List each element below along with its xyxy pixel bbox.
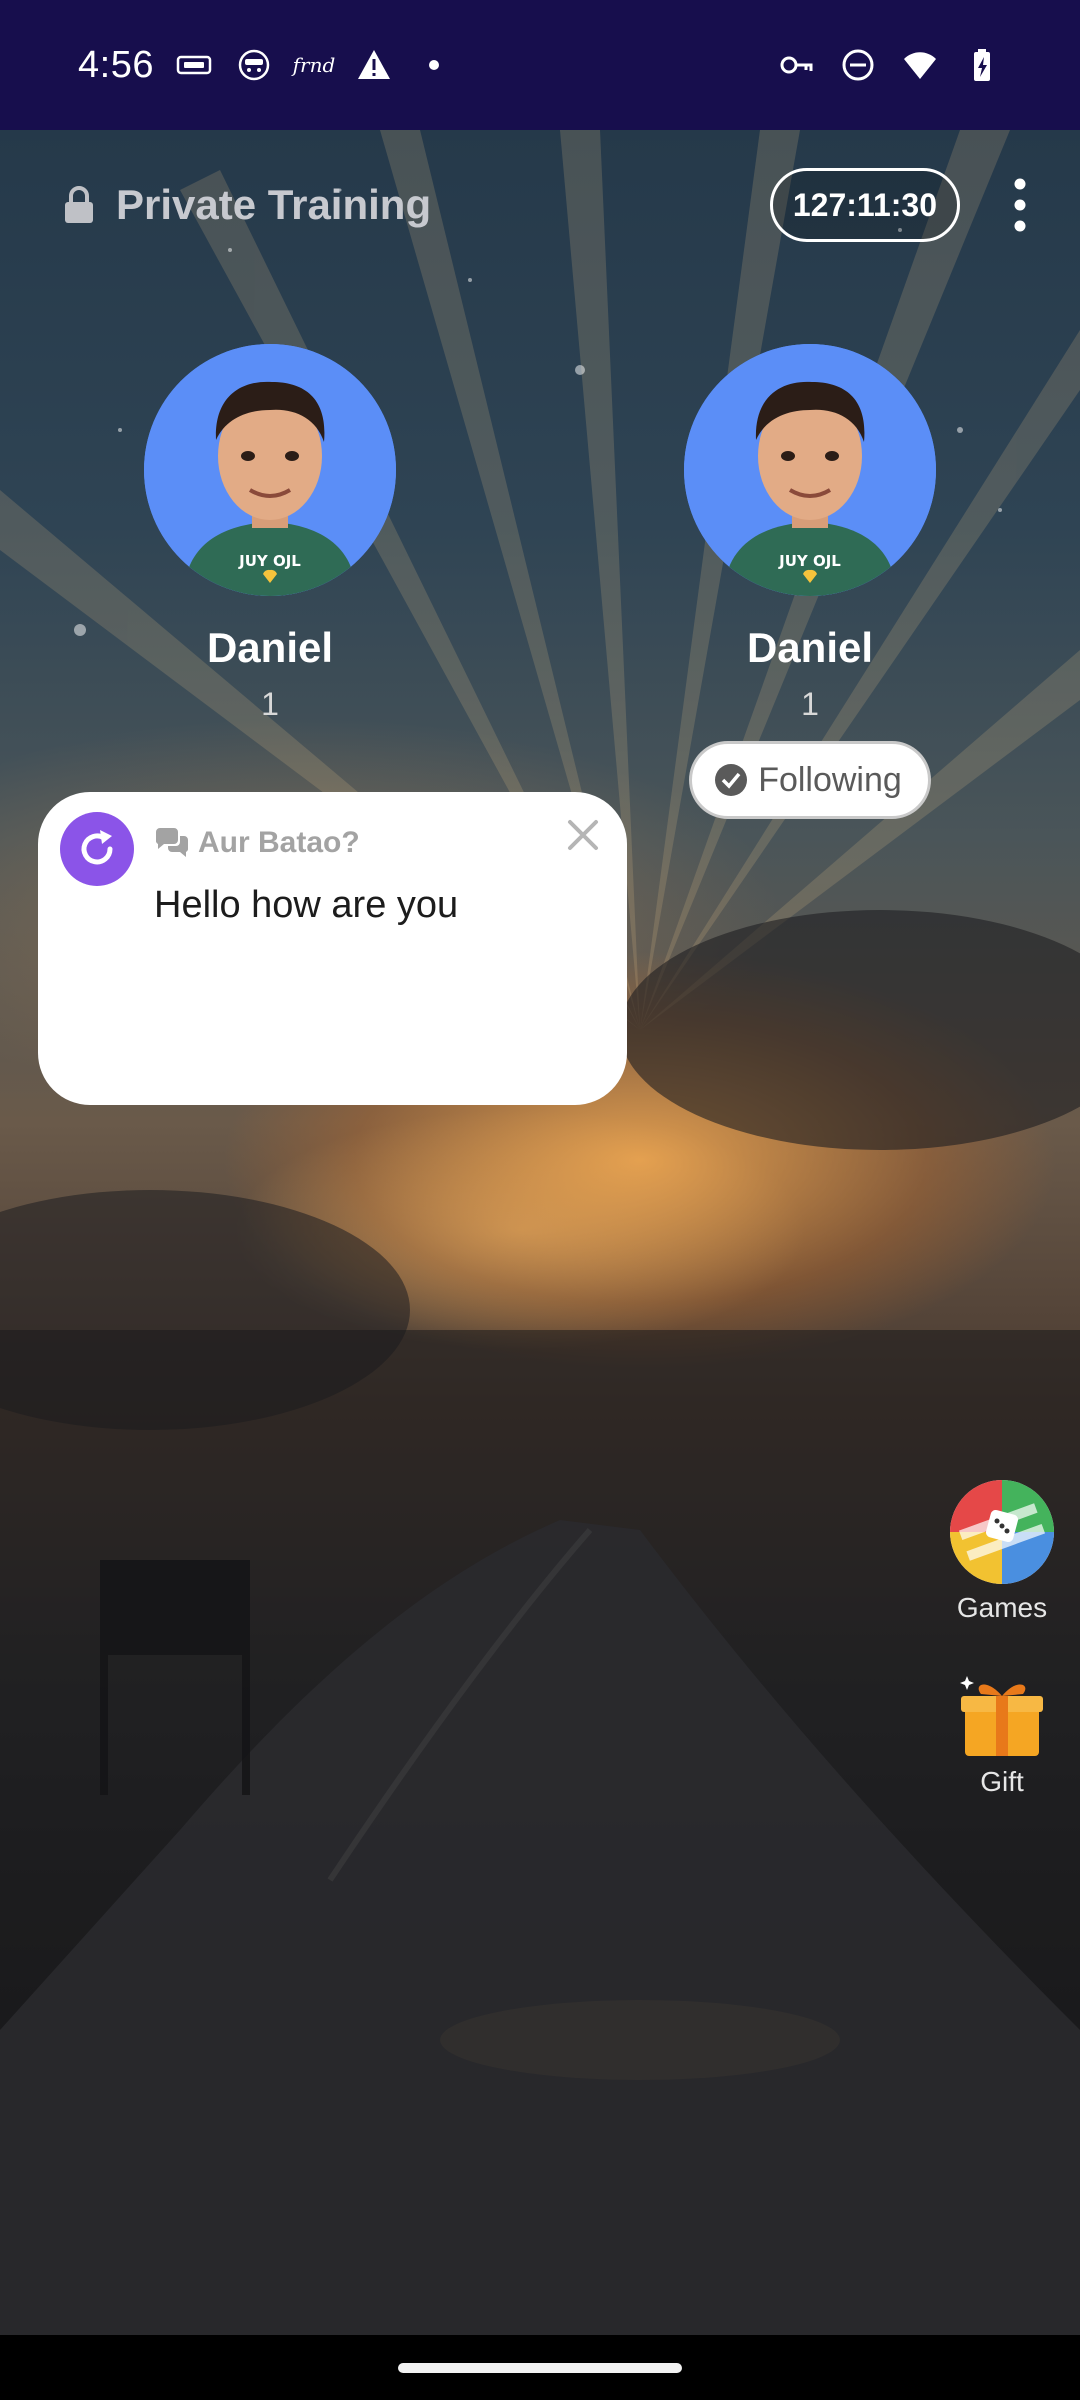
check-circle-icon bbox=[715, 764, 748, 796]
home-indicator[interactable] bbox=[398, 2363, 682, 2373]
avatar[interactable]: JUY OJL bbox=[144, 344, 396, 596]
wifi-icon bbox=[900, 45, 940, 85]
participant-name: Daniel bbox=[746, 624, 874, 671]
chat-bubbles-icon bbox=[155, 828, 189, 857]
chat-popup: Aur Batao? Hello how are you bbox=[38, 792, 627, 1105]
gift-button[interactable]: Gift bbox=[942, 1670, 1062, 1798]
ludo-games-icon bbox=[950, 1480, 1054, 1584]
chat-header: Aur Batao? bbox=[154, 826, 360, 860]
room-header: Private Training 127:11:30 bbox=[0, 160, 1080, 250]
following-label: Following bbox=[758, 760, 902, 799]
vpn-key-icon bbox=[776, 45, 816, 85]
session-timer: 127:11:30 bbox=[769, 168, 960, 242]
following-button[interactable]: Following bbox=[689, 741, 931, 819]
close-icon[interactable] bbox=[560, 812, 606, 858]
avatar-image: JUY OJL bbox=[684, 344, 936, 596]
refresh-button[interactable] bbox=[60, 812, 134, 886]
avatar-image: JUY OJL bbox=[144, 344, 396, 596]
dot-icon bbox=[414, 45, 454, 85]
frnd-icon: frnd bbox=[292, 45, 336, 85]
warning-icon bbox=[354, 45, 394, 85]
svg-text:JUY OJL: JUY OJL bbox=[778, 552, 841, 570]
room-title: Private Training bbox=[116, 181, 432, 228]
lock-icon bbox=[65, 186, 93, 223]
status-left-icons: frnd bbox=[174, 45, 454, 85]
gift-icon bbox=[960, 1676, 1043, 1756]
chat-message: Hello how are you bbox=[154, 884, 459, 926]
status-time: 4:56 bbox=[78, 43, 154, 86]
participant-card-1: JUY OJL Daniel 1 bbox=[140, 344, 400, 723]
participant-count: 1 bbox=[261, 686, 279, 722]
games-label: Games bbox=[956, 1592, 1048, 1623]
games-button[interactable]: Games bbox=[942, 1478, 1062, 1624]
status-right-icons bbox=[776, 45, 1002, 85]
svg-text:JUY OJL: JUY OJL bbox=[238, 552, 301, 570]
avatar[interactable]: JUY OJL bbox=[684, 344, 936, 596]
gift-label: Gift bbox=[980, 1766, 1024, 1797]
app-face-icon bbox=[234, 45, 274, 85]
keyboard-icon bbox=[174, 45, 214, 85]
status-bar: 4:56 frnd bbox=[0, 0, 1080, 130]
more-options-icon[interactable] bbox=[1000, 168, 1040, 242]
participant-count: 1 bbox=[801, 686, 819, 722]
frnd-label: frnd bbox=[292, 53, 336, 77]
refresh-icon bbox=[81, 830, 113, 865]
participant-name: Daniel bbox=[206, 624, 334, 671]
chat-title: Aur Batao? bbox=[198, 826, 360, 859]
battery-charging-icon bbox=[962, 45, 1002, 85]
participant-card-2: JUY OJL Daniel 1 Following bbox=[680, 344, 940, 819]
dnd-icon bbox=[838, 45, 878, 85]
